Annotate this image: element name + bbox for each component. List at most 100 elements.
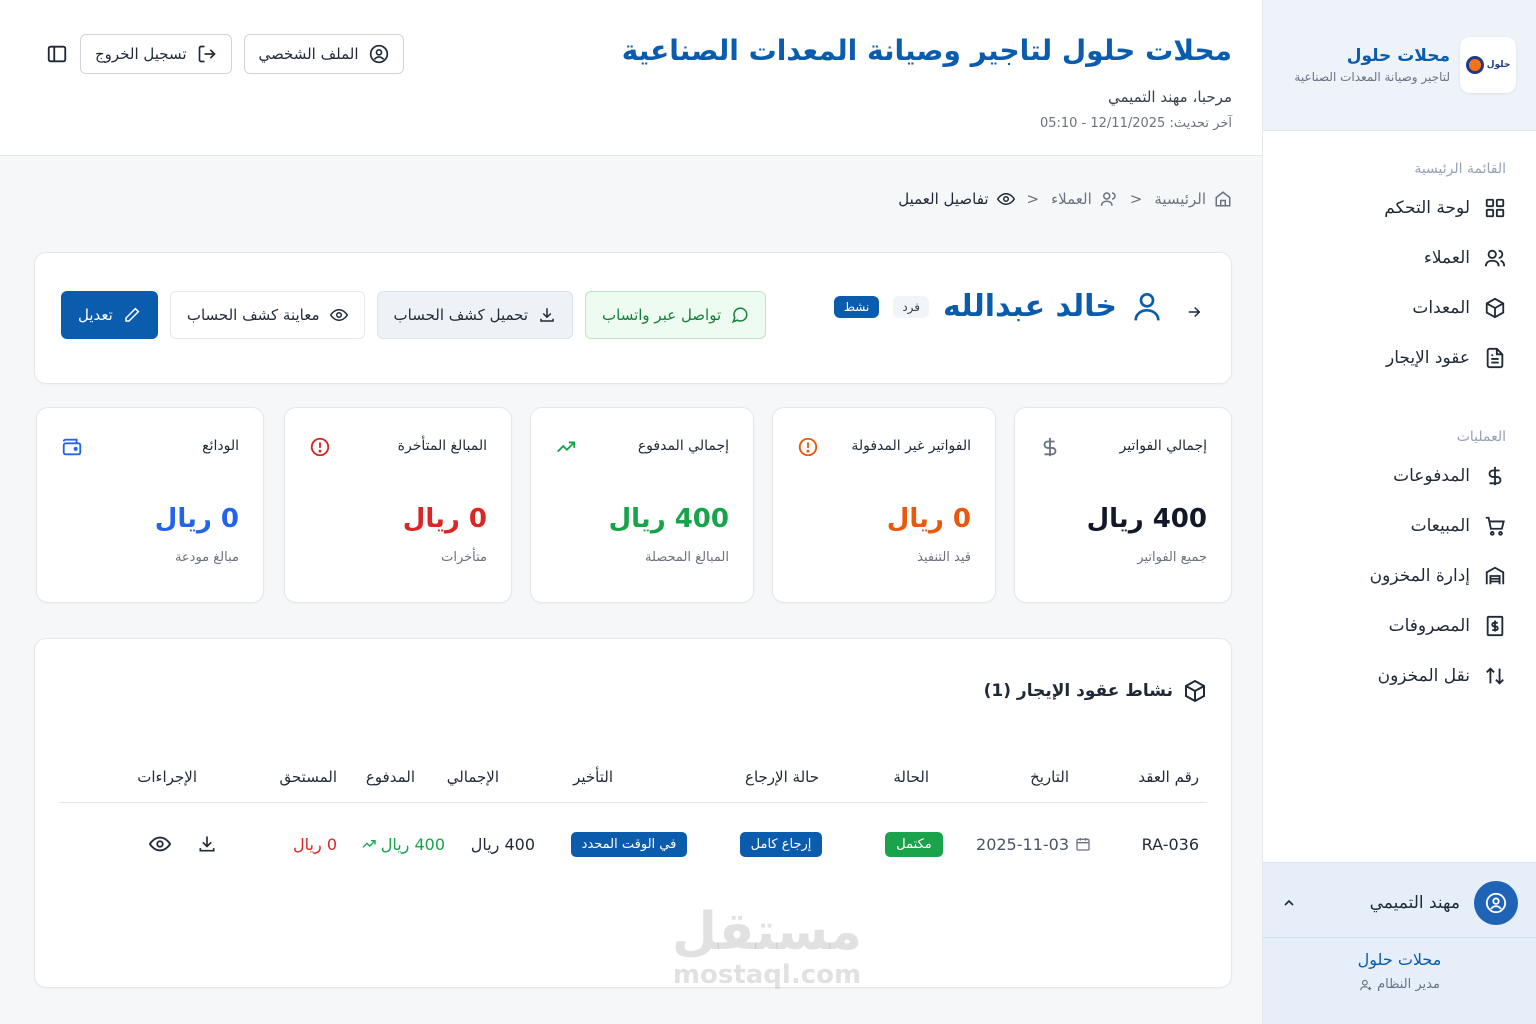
- logout-button[interactable]: تسجيل الخروج: [80, 34, 232, 74]
- last-updated-text: آخر تحديث: 12/11/2025 - 05:10: [1039, 116, 1232, 131]
- stat-label: إجمالي المدفوع: [637, 438, 729, 454]
- sidebar-item-inventory[interactable]: إدارة المخزون: [1263, 551, 1536, 601]
- user-circle-icon: [1485, 892, 1507, 914]
- breadcrumb-home[interactable]: الرئيسية: [1154, 190, 1206, 208]
- sidebar-item-dashboard[interactable]: لوحة التحكم: [1263, 183, 1536, 233]
- breadcrumb: الرئيسية < العملاء < تفاصيل العميل: [898, 190, 1232, 208]
- row-actions: [59, 833, 257, 855]
- sidebar-item-clients[interactable]: العملاء: [1263, 233, 1536, 283]
- whatsapp-label: تواصل عبر واتساب: [602, 306, 722, 324]
- column-header: التاريخ: [1030, 767, 1069, 786]
- column-header: الإجمالي: [446, 767, 499, 786]
- stat-value: 400 ريال: [1086, 504, 1207, 534]
- user-circle-icon: [369, 44, 388, 64]
- logout-icon: [198, 45, 216, 63]
- stat-subtitle: قيد التنفيذ: [917, 550, 971, 565]
- eye-icon[interactable]: [149, 833, 171, 855]
- edit-label: تعديل: [78, 306, 113, 324]
- column-header: حالة الإرجاع: [745, 767, 819, 786]
- sidebar-item-sales[interactable]: المبيعات: [1263, 501, 1536, 551]
- column-header: رقم العقد: [1138, 767, 1199, 786]
- profile-label: الملف الشخصي: [258, 45, 359, 63]
- company-logo: حلول: [1460, 37, 1516, 93]
- breadcrumb-separator: <: [1026, 190, 1040, 208]
- column-header: الإجراءات: [137, 767, 197, 786]
- breadcrumb-separator: <: [1129, 190, 1143, 208]
- eye-icon: [329, 308, 348, 322]
- sidebar-item-expenses[interactable]: المصروفات: [1263, 601, 1536, 651]
- stat-label: المبالغ المتأخرة: [397, 438, 487, 454]
- welcome-text: مرحبا، مهند التميمي: [1107, 88, 1232, 106]
- breadcrumb-current: تفاصيل العميل: [898, 190, 989, 208]
- sidebar-item-label: نقل المخزون: [1377, 666, 1470, 686]
- whatsapp-button[interactable]: تواصل عبر واتساب: [585, 291, 767, 339]
- breadcrumb-clients[interactable]: العملاء: [1051, 190, 1092, 208]
- dollar-icon: [1488, 466, 1502, 486]
- sidebar-item-label: عقود الإيجار: [1385, 348, 1470, 368]
- contract-date-value: 2025-11-03: [976, 834, 1069, 854]
- pencil-icon: [125, 307, 140, 322]
- stat-subtitle: مبالغ مودعة: [174, 550, 239, 565]
- download-statement-button[interactable]: تحميل كشف الحساب: [376, 291, 573, 339]
- table-row[interactable]: RA-036 2025-11-03 مكتمل إرجاع كامل في ال…: [59, 803, 1207, 885]
- stat-subtitle: جميع الفواتير: [1137, 550, 1207, 565]
- contract-paid: 400 ريال: [337, 835, 465, 854]
- download-icon[interactable]: [197, 834, 217, 854]
- trending-up-icon: [557, 441, 576, 453]
- sidebar-item-label: العملاء: [1423, 248, 1470, 268]
- column-header: المستحق: [279, 767, 337, 786]
- sidebar-item-label: المدفوعات: [1393, 466, 1470, 486]
- main-content: الرئيسية < العملاء < تفاصيل العميل خالد …: [0, 156, 1262, 1024]
- stat-value: 0 ريال: [154, 504, 239, 534]
- sidebar-item-stock-transfer[interactable]: نقل المخزون: [1263, 651, 1536, 701]
- sidebar-section-main-title: القائمة الرئيسية: [1414, 161, 1506, 177]
- table-header: رقم العقد التاريخ الحالة حالة الإرجاع ال…: [59, 751, 1207, 803]
- contract-paid-value: 400 ريال: [380, 834, 445, 854]
- client-type-badge: فرد: [893, 295, 930, 318]
- contract-status: مكتمل: [859, 831, 969, 857]
- return-status-badge: إرجاع كامل: [739, 831, 823, 857]
- sidebar-toggle-icon[interactable]: [46, 43, 68, 65]
- logout-label: تسجيل الخروج: [95, 45, 187, 63]
- sidebar-item-label: المعدات: [1412, 298, 1470, 318]
- cart-icon: [1485, 516, 1505, 536]
- profile-button[interactable]: الملف الشخصي: [243, 34, 404, 74]
- chat-bubble-icon: [732, 307, 748, 324]
- contract-date: 2025-11-03: [969, 835, 1099, 854]
- box-icon: [1185, 679, 1205, 703]
- return-status: إرجاع كامل: [703, 831, 859, 857]
- user-role: مدير النظام: [1263, 977, 1536, 992]
- stat-subtitle: المبالغ المحصلة: [644, 550, 729, 565]
- sidebar-item-equipment[interactable]: المعدات: [1263, 283, 1536, 333]
- warehouse-icon: [1485, 566, 1505, 585]
- box-icon: [1485, 297, 1505, 319]
- sidebar-item-rental-contracts[interactable]: عقود الإيجار: [1263, 333, 1536, 383]
- eye-icon: [996, 192, 1015, 206]
- download-label: تحميل كشف الحساب: [393, 306, 529, 324]
- rental-contracts-card: نشاط عقود الإيجار (1) رقم العقد التاريخ …: [34, 638, 1232, 988]
- dashboard-grid-icon: [1485, 198, 1505, 218]
- user-icon: [1134, 292, 1160, 320]
- delay-badge: في الوقت المحدد: [570, 831, 688, 857]
- edit-button[interactable]: تعديل: [61, 291, 158, 339]
- preview-statement-button[interactable]: معاينة كشف الحساب: [169, 291, 365, 339]
- contracts-title-text: نشاط عقود الإيجار (1): [983, 681, 1173, 701]
- contract-due: 0 ريال: [293, 834, 337, 854]
- sidebar-item-payments[interactable]: المدفوعات: [1263, 451, 1536, 501]
- avatar: [1474, 881, 1518, 925]
- user-role-label: مدير النظام: [1377, 977, 1440, 992]
- sidebar-item-label: إدارة المخزون: [1369, 566, 1470, 586]
- arrow-right-icon[interactable]: [1185, 303, 1203, 321]
- user-menu-toggle[interactable]: مهند التميمي: [1263, 863, 1536, 938]
- wallet-icon: [62, 438, 82, 456]
- stat-value: 400 ريال: [608, 504, 729, 534]
- logo-gear-icon: [1465, 56, 1484, 74]
- transfer-arrows-icon: [1486, 667, 1504, 685]
- stat-card-total-paid: إجمالي المدفوع 400 ريال المبالغ المحصلة: [530, 407, 754, 603]
- client-header-card: خالد عبدالله فرد نشط تعديل معاينة كشف ال…: [34, 252, 1232, 384]
- sidebar-section-operations-title: العمليات: [1456, 429, 1506, 445]
- stat-card-total-invoices: إجمالي الفواتير 400 ريال جميع الفواتير: [1014, 407, 1232, 603]
- status-badge: نشط: [833, 295, 880, 318]
- home-icon: [1215, 191, 1231, 207]
- contracts-table: رقم العقد التاريخ الحالة حالة الإرجاع ال…: [59, 751, 1207, 885]
